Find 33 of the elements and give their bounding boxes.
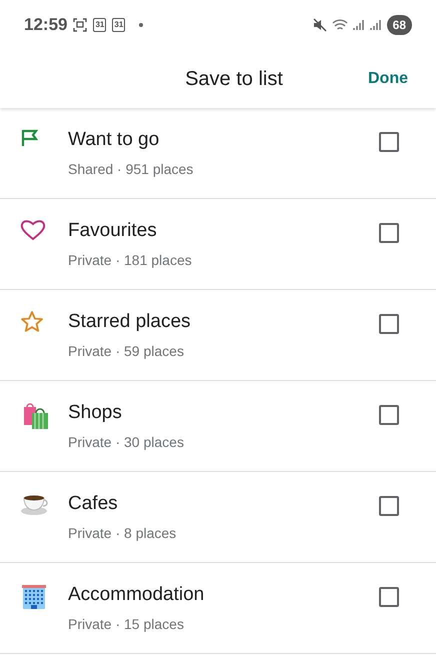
flag-icon bbox=[20, 128, 40, 148]
list-name: Favourites bbox=[68, 219, 158, 243]
list-name: Cafes bbox=[68, 492, 119, 516]
list-checkbox[interactable] bbox=[379, 223, 399, 243]
mute-icon bbox=[312, 18, 327, 32]
screenshot-icon bbox=[73, 18, 88, 32]
list-details: Private · 59 places bbox=[68, 342, 185, 361]
list-name: Shops bbox=[68, 401, 123, 425]
wifi-icon bbox=[332, 18, 348, 32]
list-checkbox[interactable] bbox=[379, 132, 399, 152]
building-icon bbox=[20, 583, 48, 611]
done-button[interactable]: Done bbox=[364, 67, 412, 91]
list-checkbox[interactable] bbox=[379, 496, 399, 516]
calendar-icon: 31 bbox=[112, 18, 126, 32]
heart-icon bbox=[20, 219, 46, 241]
signal-icon bbox=[370, 19, 382, 31]
list-checkbox[interactable] bbox=[379, 314, 399, 334]
dialog-title: Save to list bbox=[185, 67, 283, 92]
list-name: Accommodation bbox=[68, 583, 206, 607]
list-details: Private · 181 places bbox=[68, 250, 193, 270]
list-checkbox[interactable] bbox=[379, 587, 399, 607]
clock-time: 12:59 bbox=[24, 14, 68, 36]
list-name: Starred places bbox=[68, 310, 192, 334]
list-details: Shared · 951 places bbox=[68, 160, 194, 179]
list-name: Want to go bbox=[68, 128, 160, 152]
list-details: Private · 15 places bbox=[68, 614, 185, 634]
list-details: Private · 30 places bbox=[68, 432, 185, 452]
list-checkbox[interactable] bbox=[379, 405, 399, 425]
calendar-icon: 31 bbox=[93, 18, 106, 32]
list-details: Private · 8 places bbox=[68, 524, 178, 543]
signal-icon bbox=[352, 19, 365, 31]
star-icon bbox=[20, 310, 44, 334]
battery-indicator: 68 bbox=[386, 15, 412, 35]
